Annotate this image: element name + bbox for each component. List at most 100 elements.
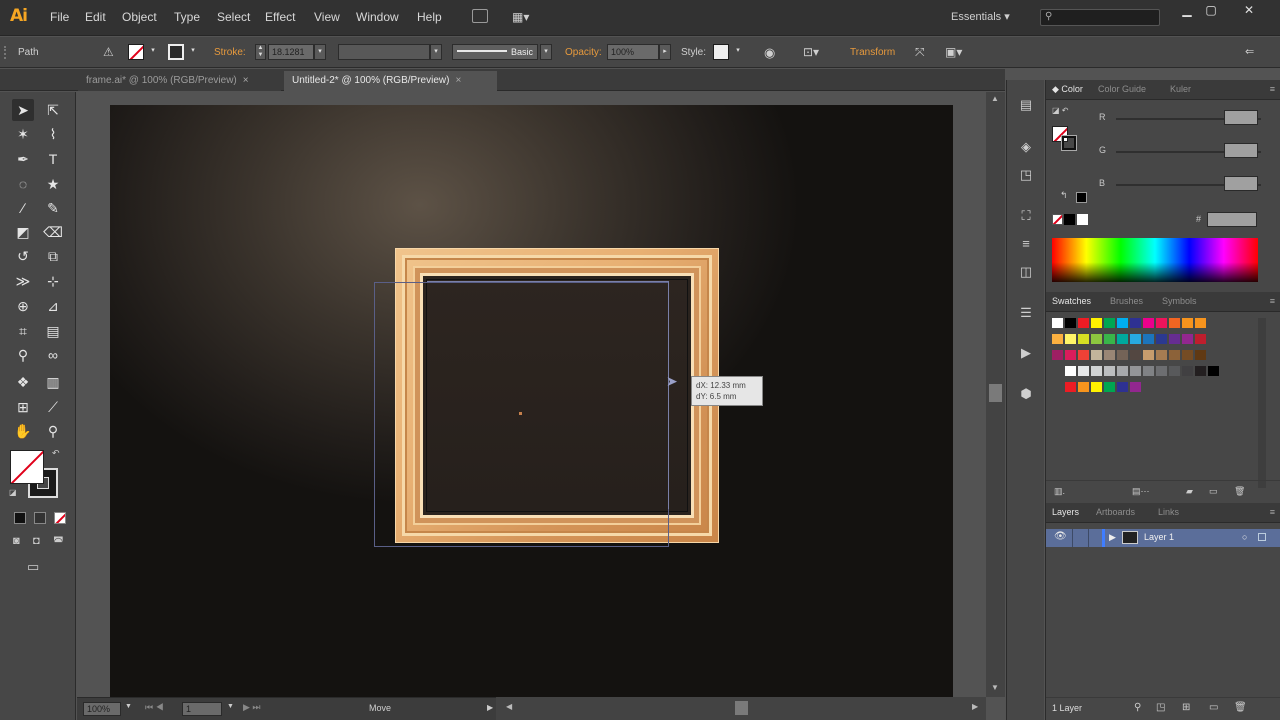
transform-link[interactable]: Transform	[850, 47, 895, 58]
opacity-label[interactable]: Opacity:	[565, 47, 602, 58]
swatch[interactable]	[1143, 334, 1155, 345]
swatch-grid[interactable]	[1052, 318, 1252, 408]
swatch[interactable]	[1195, 318, 1207, 329]
tab-brushes[interactable]: Brushes	[1110, 296, 1143, 306]
layer-target-icon[interactable]: ○	[1242, 532, 1247, 542]
make-clipping-mask-icon[interactable]: ◳	[1156, 702, 1165, 713]
control-panel-menu-icon[interactable]: ⇐	[1245, 45, 1254, 58]
menu-effect[interactable]: Effect	[265, 10, 295, 24]
black-swatch-small[interactable]	[1076, 192, 1087, 203]
swatch[interactable]	[1195, 366, 1207, 377]
artboard-dropdown-icon[interactable]: ▼	[227, 703, 234, 710]
swatch[interactable]	[1078, 350, 1090, 361]
menu-object[interactable]: Object	[122, 10, 157, 24]
white-swatch[interactable]	[1077, 214, 1088, 225]
swatch[interactable]	[1130, 334, 1142, 345]
tab-symbols[interactable]: Symbols	[1162, 296, 1197, 306]
swatch[interactable]	[1156, 350, 1168, 361]
swatch[interactable]	[1104, 318, 1116, 329]
swatch[interactable]	[1104, 350, 1116, 361]
black-swatch[interactable]	[1064, 214, 1075, 225]
selection-tool-icon[interactable]: ➤	[12, 99, 34, 121]
swatch[interactable]	[1052, 350, 1064, 361]
zoom-field[interactable]: 100%	[83, 702, 121, 716]
swatch-scrollbar[interactable]	[1258, 318, 1266, 488]
draw-inside-icon[interactable]: ◚	[53, 535, 64, 548]
channel-g-field[interactable]	[1224, 143, 1258, 158]
symbol-sprayer-tool-icon[interactable]: ❖	[12, 371, 34, 393]
swatch[interactable]	[1143, 366, 1155, 377]
graphic-style-swatch[interactable]	[713, 44, 729, 60]
eyedropper-tool-icon[interactable]: ⚲	[12, 344, 34, 366]
color-stroke-proxy[interactable]	[1062, 136, 1076, 150]
swatch[interactable]	[1065, 382, 1077, 393]
first-artboard-icon[interactable]: ⏮ ◀	[145, 702, 164, 713]
swatch[interactable]	[1091, 382, 1103, 393]
swatch[interactable]	[1065, 366, 1077, 377]
pen-tool-icon[interactable]: ✒	[12, 148, 34, 170]
swap-fill-stroke-icon[interactable]: ↶	[52, 448, 60, 459]
layer-selection-indicator[interactable]	[1258, 533, 1266, 541]
pencil-tool-icon[interactable]: ✎	[42, 197, 64, 219]
swatch[interactable]	[1065, 350, 1077, 361]
stroke-weight-stepper[interactable]: ▲ ▼	[255, 44, 266, 60]
swatch[interactable]	[1117, 366, 1129, 377]
none-swatch-small[interactable]	[1052, 214, 1063, 225]
swatch[interactable]	[1169, 350, 1181, 361]
menu-help[interactable]: Help	[417, 10, 442, 24]
stroke-swatch[interactable]	[168, 44, 184, 60]
out-of-gamut-icon[interactable]: ↰	[1060, 190, 1068, 201]
color-spectrum[interactable]	[1052, 238, 1258, 282]
expand-layer-icon[interactable]: ▶	[1109, 532, 1116, 543]
align-panel-icon[interactable]: ≡	[1017, 235, 1035, 253]
layer-row[interactable]: 👁 ▶ Layer 1 ○	[1046, 529, 1280, 547]
zoom-dropdown-icon[interactable]: ▼	[125, 703, 132, 710]
tab-kuler[interactable]: Kuler	[1170, 84, 1191, 94]
swatch[interactable]	[1169, 366, 1181, 377]
menu-view[interactable]: View	[314, 10, 340, 24]
brushes-icon[interactable]: ◈	[1017, 138, 1035, 156]
horizontal-scrollbar[interactable]: ◀ ▶	[496, 697, 986, 720]
swatch[interactable]	[1078, 366, 1090, 377]
color-mode-icon[interactable]	[14, 512, 26, 524]
swatch[interactable]	[1065, 318, 1077, 329]
properties-icon[interactable]: ▤	[1017, 96, 1035, 114]
menu-edit[interactable]: Edit	[85, 10, 106, 24]
layer-name[interactable]: Layer 1	[1144, 532, 1174, 542]
menu-file[interactable]: File	[50, 10, 69, 24]
appearance-icon[interactable]: ⬢	[1017, 385, 1035, 403]
menu-type[interactable]: Type	[174, 10, 200, 24]
swatch[interactable]	[1130, 350, 1142, 361]
transform-icon[interactable]: ⛶	[1017, 207, 1035, 225]
swatch[interactable]	[1195, 350, 1207, 361]
shape-builder-tool-icon[interactable]: ⊕	[12, 295, 34, 317]
tab-color[interactable]: ◆ Color	[1052, 84, 1083, 95]
swatch[interactable]	[1182, 334, 1194, 345]
hex-field[interactable]	[1207, 212, 1257, 227]
brush-definition-field[interactable]: Basic	[452, 44, 538, 60]
variable-width-dropdown[interactable]: ▾	[430, 44, 442, 60]
swatch[interactable]	[1078, 382, 1090, 393]
swatch[interactable]	[1130, 366, 1142, 377]
opacity-field[interactable]: 100%	[607, 44, 659, 60]
arrange-icon[interactable]: ▣▾	[945, 45, 962, 59]
default-fill-stroke-icon[interactable]: ◪	[9, 488, 17, 497]
swatch[interactable]	[1065, 334, 1077, 345]
column-graph-tool-icon[interactable]: ▥	[42, 371, 64, 393]
menu-select[interactable]: Select	[217, 10, 250, 24]
rotate-tool-icon[interactable]: ↺	[12, 245, 34, 267]
arrange-documents-icon[interactable]: ▦▾	[512, 10, 529, 24]
swatch[interactable]	[1091, 318, 1103, 329]
scale-tool-icon[interactable]: ⧉	[42, 245, 64, 267]
swatch[interactable]	[1156, 318, 1168, 329]
swatch[interactable]	[1156, 366, 1168, 377]
swatch[interactable]	[1091, 366, 1103, 377]
width-tool-icon[interactable]: ≫	[12, 270, 34, 292]
swatch[interactable]	[1104, 334, 1116, 345]
slice-tool-icon[interactable]: ⟋	[42, 396, 64, 418]
zoom-tool-icon[interactable]: ⚲	[42, 420, 64, 442]
new-sublayer-icon[interactable]: ⊞	[1182, 702, 1190, 713]
spiral-tool-icon[interactable]: ◌	[12, 173, 34, 195]
panel-menu-icon[interactable]: ≡	[1270, 507, 1275, 517]
tab-artboards[interactable]: Artboards	[1096, 507, 1135, 517]
